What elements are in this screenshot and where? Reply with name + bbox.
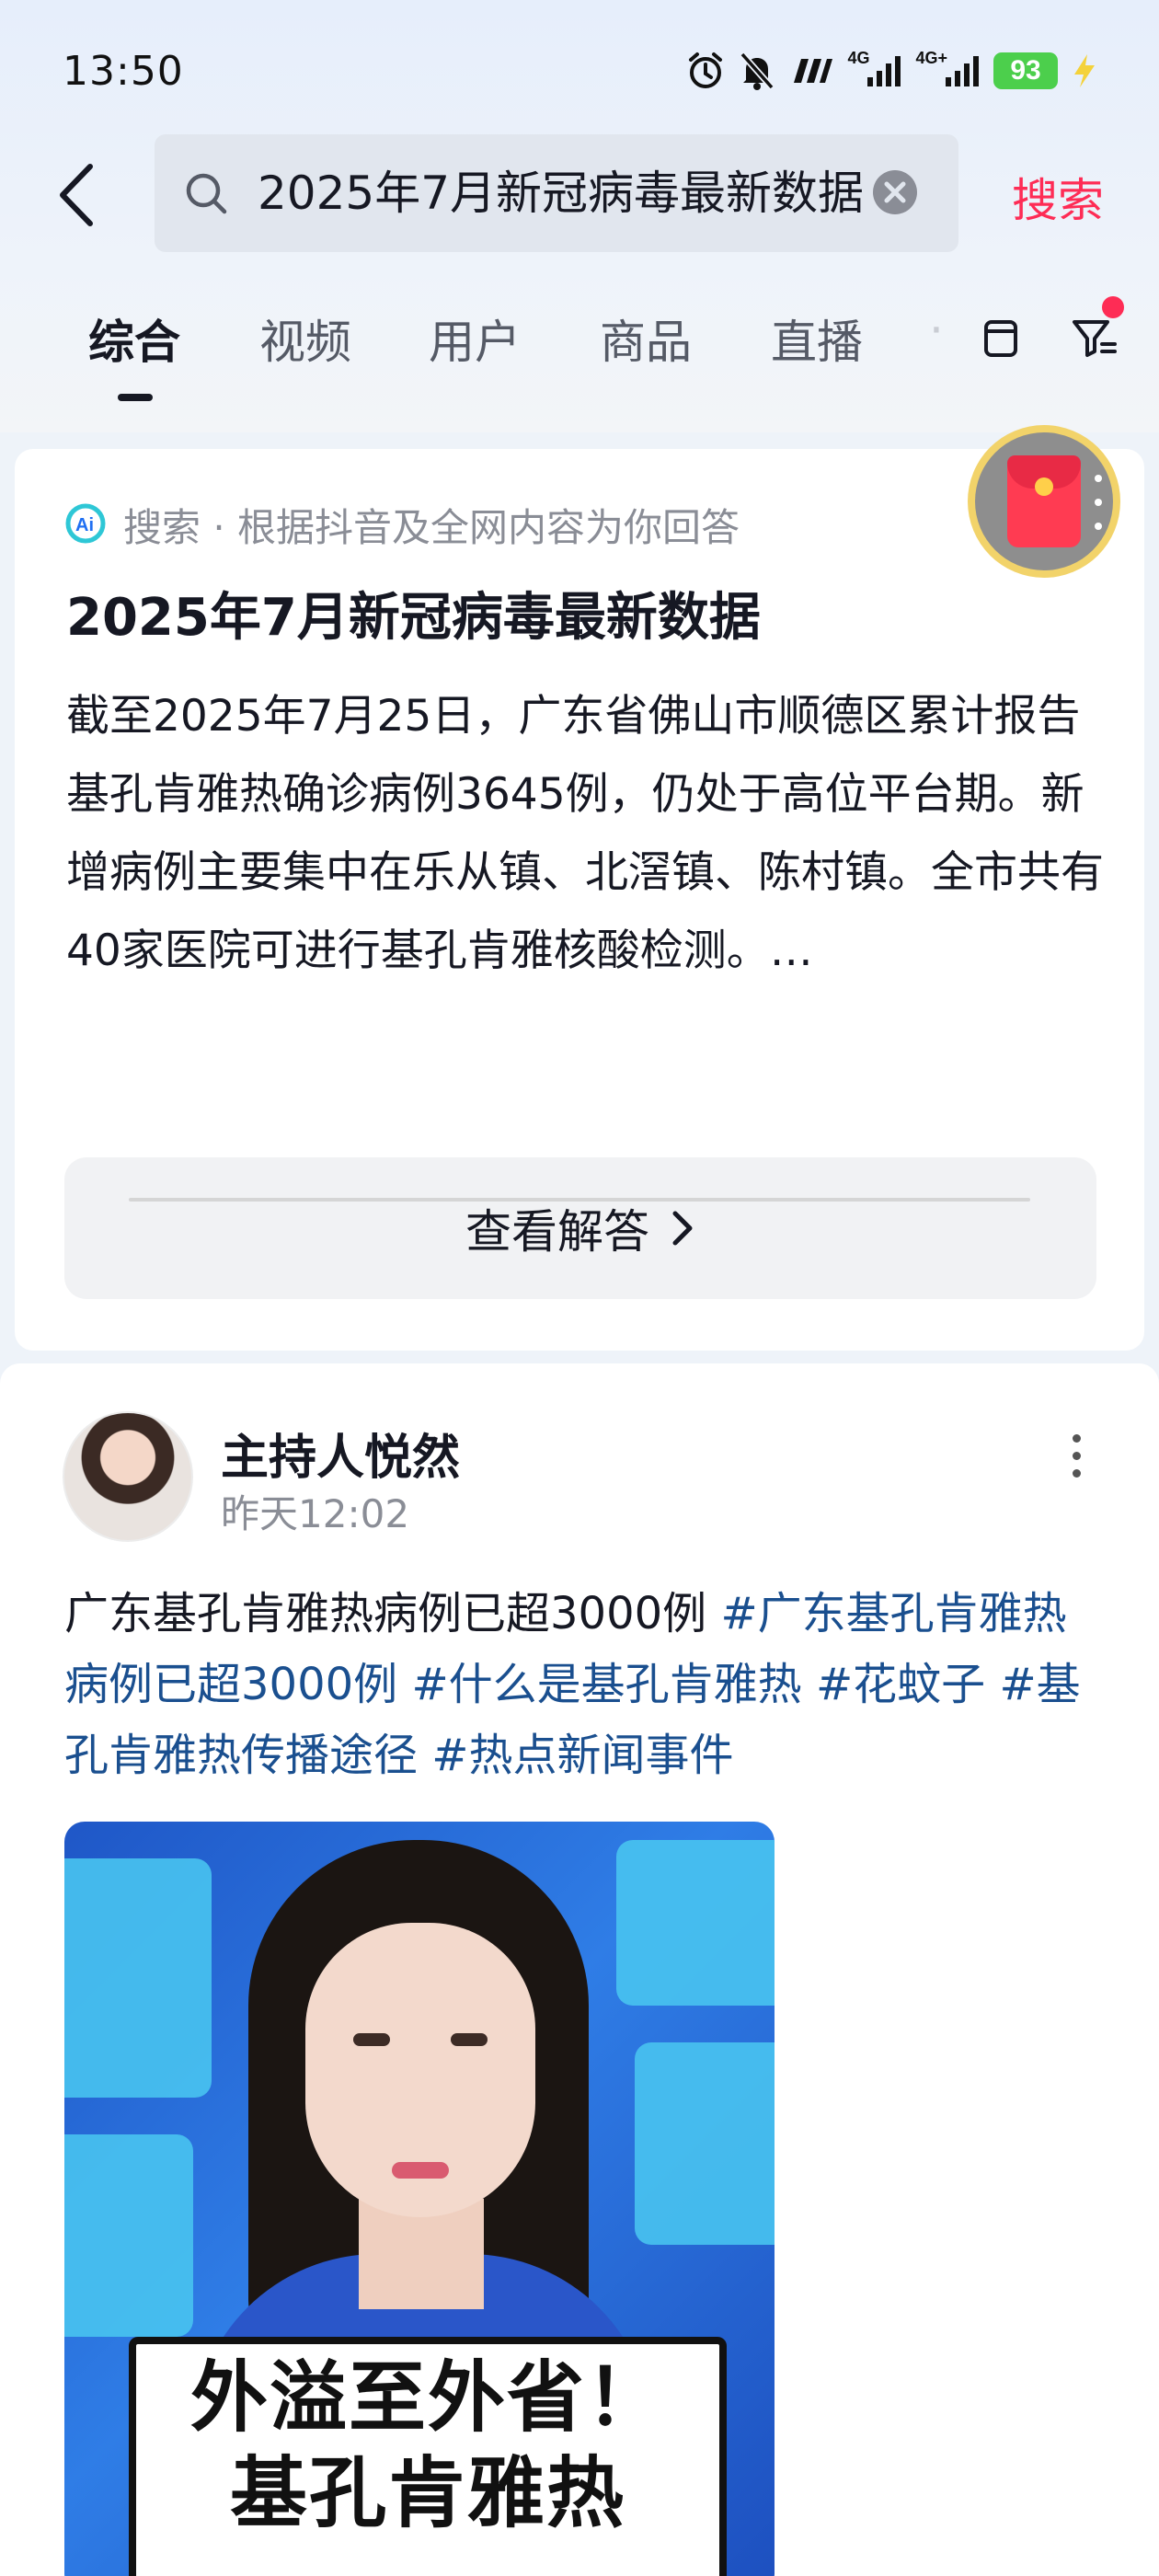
red-packet-icon <box>975 432 1113 570</box>
network-type-label-2: 4G+ <box>915 48 947 67</box>
video-thumbnail[interactable]: 外溢至外省！ 基孔肯雅热 <box>64 1822 775 2576</box>
filter-notification-dot <box>1102 296 1124 318</box>
search-icon <box>186 173 227 214</box>
post-time: 昨天12:02 <box>221 1491 410 1536</box>
red-envelope-icon <box>1007 455 1081 547</box>
tab-bar: 综合 视频 用户 商品 直播 · <box>0 294 1159 414</box>
cellular-signal-icon-2: 4G+ <box>915 48 981 94</box>
cellular-signal-icon-1: 4G <box>847 48 902 94</box>
charging-icon <box>1071 48 1098 94</box>
home-indicator <box>129 1198 1030 1202</box>
background-panel <box>64 2134 193 2337</box>
alarm-icon <box>685 48 726 94</box>
clear-search-icon[interactable] <box>870 167 920 217</box>
red-packet-float-button[interactable] <box>968 425 1120 578</box>
view-answer-label: 查看解答 <box>465 1205 649 1259</box>
svg-text:Ai: Ai <box>75 515 94 535</box>
filter-icon[interactable] <box>1067 311 1122 366</box>
ai-logo-icon: Ai <box>65 503 106 544</box>
tab-video[interactable]: 视频 <box>259 305 351 372</box>
signal-boost-icon <box>788 48 834 94</box>
background-panel <box>64 1858 212 2098</box>
ai-answer-title: 2025年7月新冠病毒最新数据 <box>66 588 761 648</box>
battery-indicator: 93 <box>993 52 1058 89</box>
more-dots-icon <box>1095 475 1102 530</box>
hashtag-link[interactable]: #花蚊子 <box>816 1659 985 1710</box>
presenter-eye <box>353 2033 390 2046</box>
back-button[interactable] <box>55 158 110 232</box>
ai-answer-body: 截至2025年7月25日，广东省佛山市顺德区累计报告基孔肯雅热确诊病例3645例… <box>66 691 1104 976</box>
hashtag-link[interactable]: #什么是基孔肯雅热 <box>411 1659 801 1710</box>
chevron-right-icon <box>672 1211 693 1246</box>
status-bar: 13:50 4G 4G+ 93 <box>0 0 1159 138</box>
tab-live[interactable]: 直播 <box>771 305 863 372</box>
status-icons: 4G 4G+ 93 <box>685 46 1098 96</box>
video-caption-line-1: 外溢至外省！ <box>189 2352 665 2443</box>
device-switch-icon[interactable] <box>973 311 1028 366</box>
presenter-lips <box>392 2162 449 2179</box>
author-avatar[interactable] <box>63 1411 193 1542</box>
active-tab-indicator <box>118 394 153 401</box>
more-options-icon[interactable] <box>1060 1419 1093 1492</box>
tab-products[interactable]: 商品 <box>600 305 692 372</box>
search-button[interactable]: 搜索 <box>1012 164 1104 230</box>
video-caption-line-2: 基孔肯雅热 <box>229 2448 625 2538</box>
ai-answer-card[interactable]: Ai 搜索 · 根据抖音及全网内容为你回答 2025年7月新冠病毒最新数据 截至… <box>15 449 1144 1351</box>
post-text: 广东基孔肯雅热病例已超3000例 <box>64 1588 707 1639</box>
post-caption: 广东基孔肯雅热病例已超3000例 #广东基孔肯雅热病例已超3000例 #什么是基… <box>64 1579 1104 1791</box>
background-panel <box>616 1840 775 2006</box>
network-type-label-1: 4G <box>847 48 870 67</box>
author-name[interactable]: 主持人悦然 <box>221 1419 460 1488</box>
tab-comprehensive[interactable]: 综合 <box>88 305 180 372</box>
ai-source-label: 搜索 · 根据抖音及全网内容为你回答 <box>123 505 740 550</box>
chevron-left-icon <box>60 164 93 226</box>
hashtag-link[interactable]: #热点新闻事件 <box>431 1730 733 1781</box>
video-caption-banner: 外溢至外省！ 基孔肯雅热 <box>129 2337 727 2576</box>
view-answer-button[interactable]: 查看解答 <box>64 1157 1096 1299</box>
presenter-eye <box>451 2033 488 2046</box>
status-time: 13:50 <box>63 48 184 95</box>
tab-users[interactable]: 用户 <box>429 305 521 372</box>
mute-bell-icon <box>739 48 775 94</box>
video-post-card[interactable]: 主持人悦然 昨天12:02 广东基孔肯雅热病例已超3000例 #广东基孔肯雅热病… <box>0 1363 1159 2576</box>
search-input[interactable]: 2025年7月新冠病毒最新数据 <box>155 134 958 252</box>
background-panel <box>635 2042 775 2245</box>
